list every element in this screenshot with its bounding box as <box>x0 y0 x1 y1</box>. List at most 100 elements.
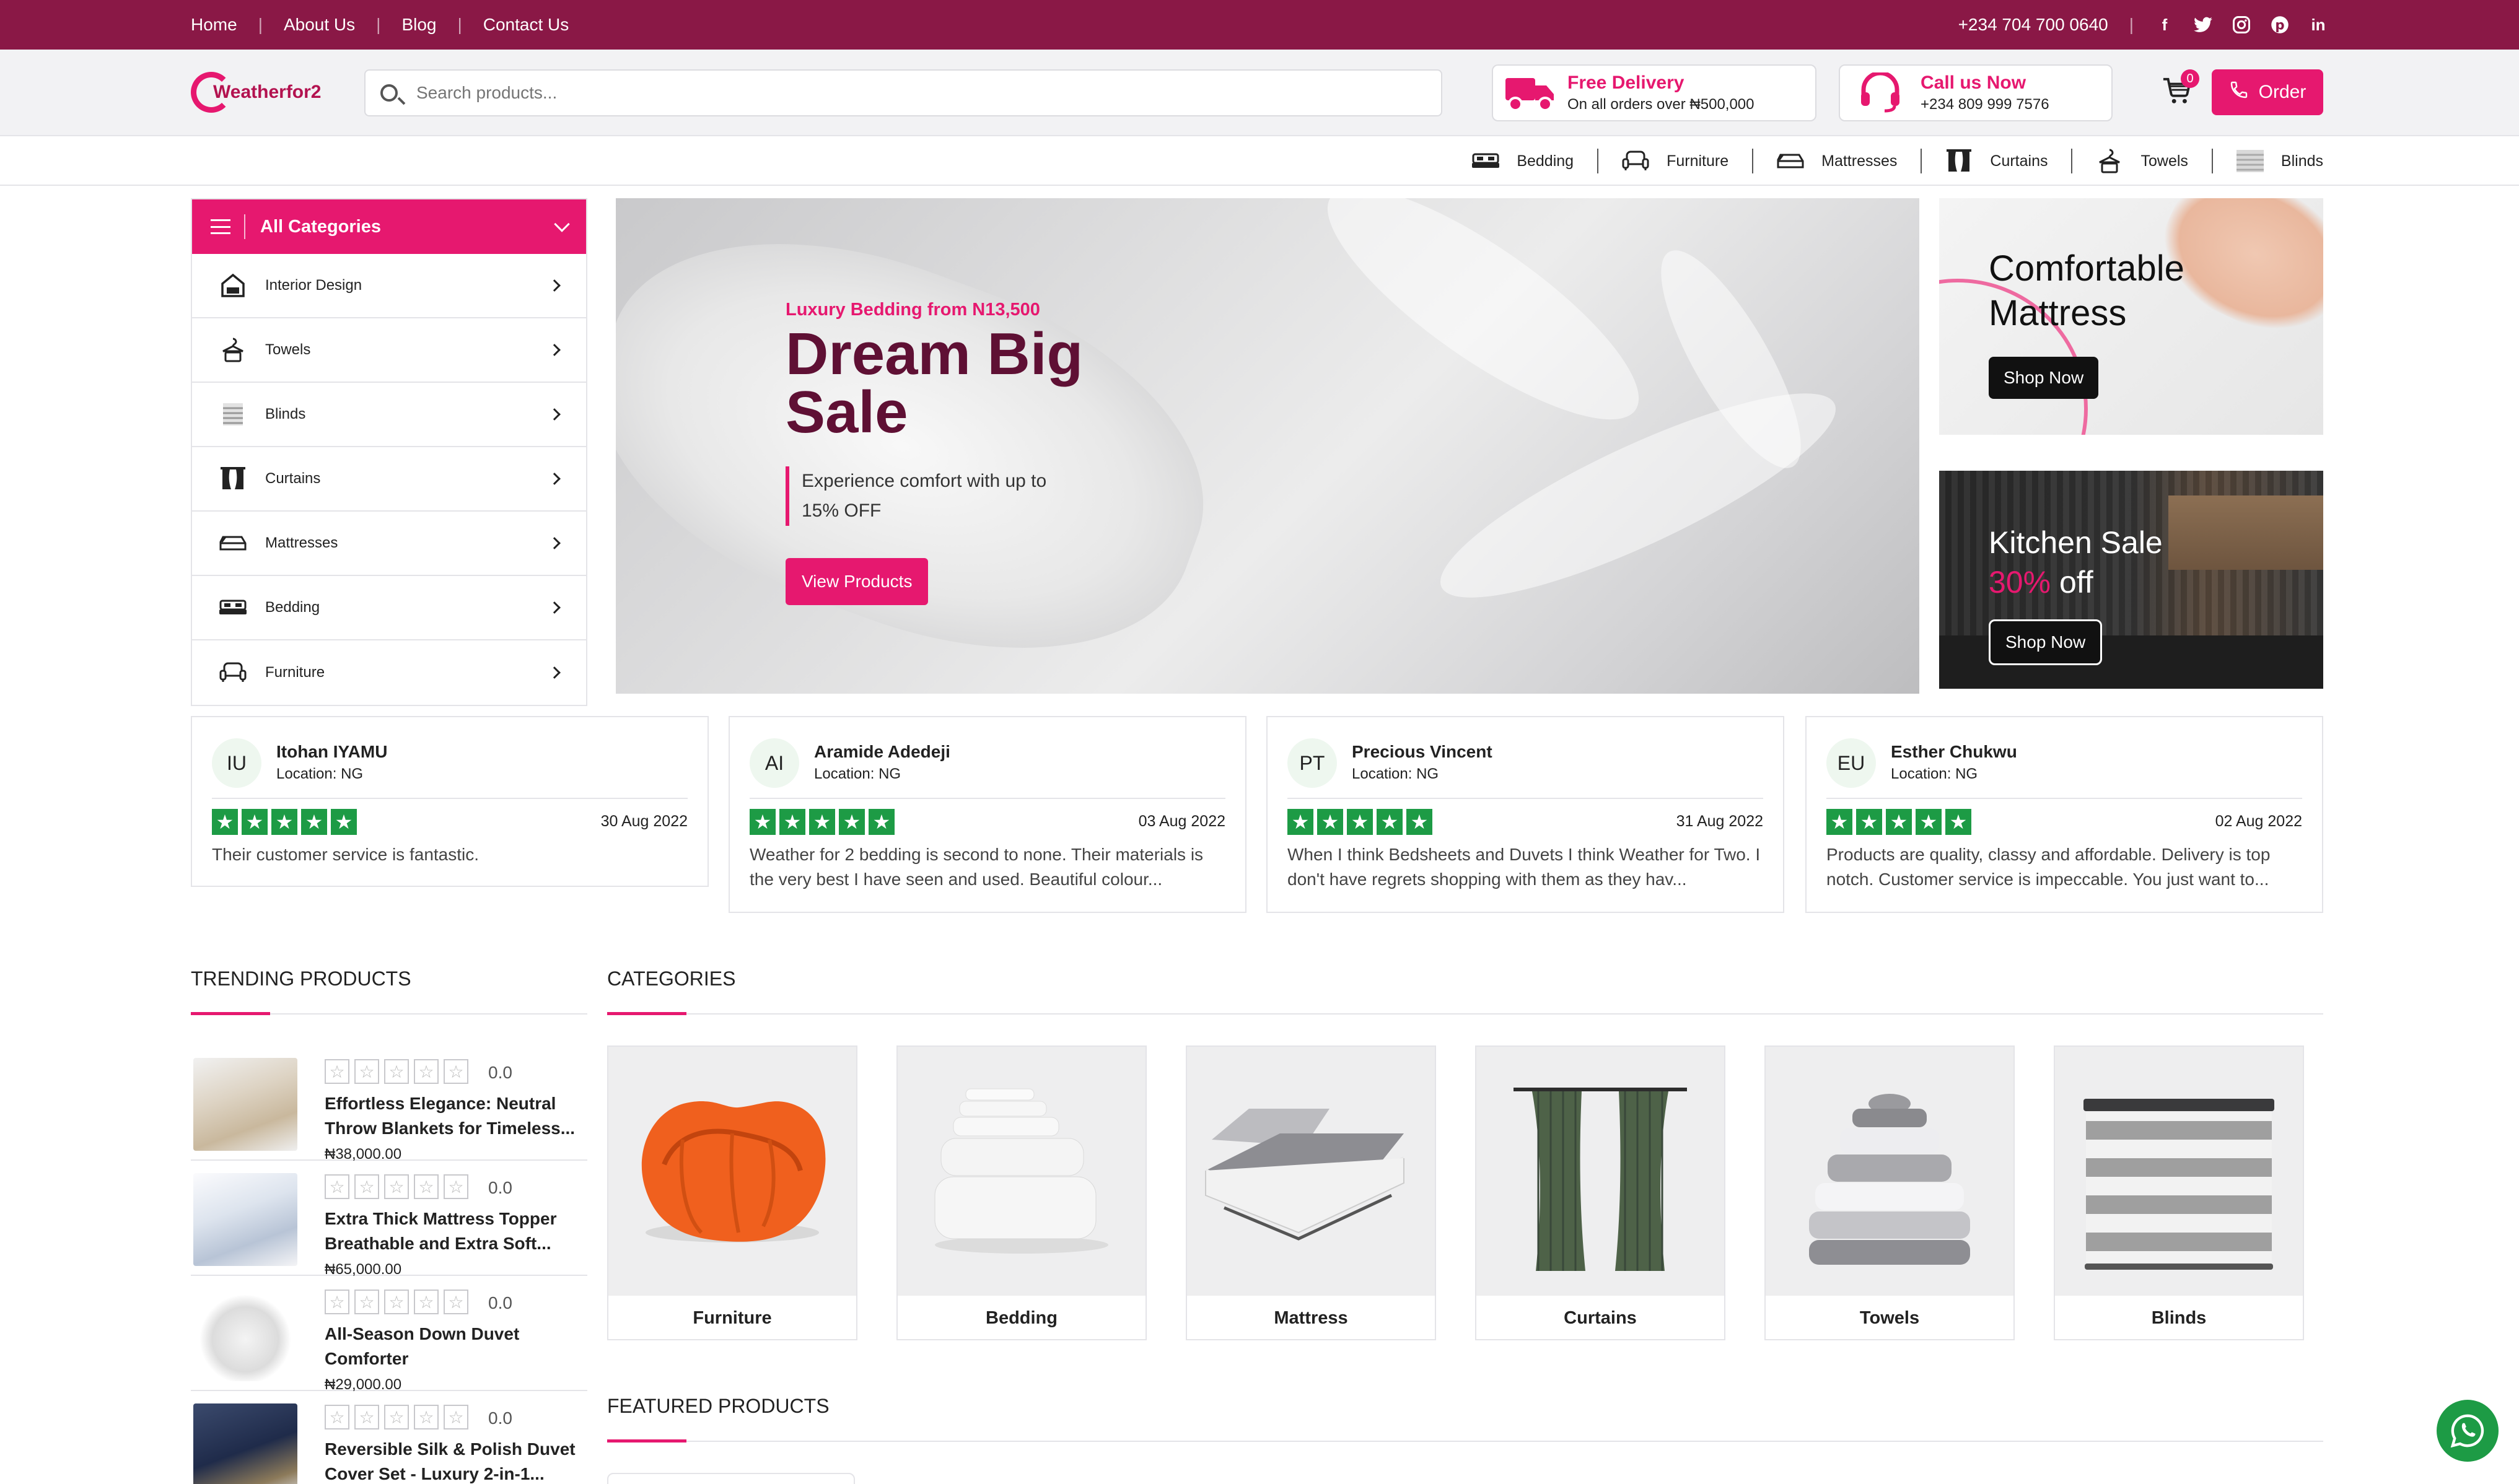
trending-item[interactable]: ☆ ☆ ☆ ☆ ☆ 0.0 All-Season Down Duvet Comforte… <box>191 1277 587 1393</box>
category-card-blinds[interactable]: Blinds <box>2054 1045 2304 1340</box>
catnav-mattresses[interactable]: Mattresses <box>1777 151 1897 172</box>
catnav-blinds[interactable]: Blinds <box>2236 150 2323 172</box>
nav-blog-link[interactable]: Blog <box>401 15 436 35</box>
pinterest-icon[interactable]: p <box>2270 15 2290 35</box>
catnav-label: Blinds <box>2280 152 2323 170</box>
product-name[interactable]: Extra Thick Mattress Topper Breathable a… <box>325 1207 585 1256</box>
catnav-curtains[interactable]: Curtains <box>1945 149 2048 172</box>
hero-desc-line1: Experience comfort with up to <box>802 471 1047 491</box>
search-bar <box>364 69 1442 116</box>
catnav-separator <box>2071 149 2073 173</box>
product-name[interactable]: Reversible Silk & Polish Duvet Cover Set… <box>325 1437 585 1484</box>
category-label: Bedding <box>986 1307 1058 1328</box>
catnav-bedding[interactable]: Bedding <box>1472 151 1574 172</box>
nav-about-link[interactable]: About Us <box>284 15 355 35</box>
nav-separator: | <box>258 15 263 34</box>
reviewer-name: Precious Vincent <box>1352 742 1492 761</box>
search-icon[interactable] <box>380 84 398 102</box>
star-rating: ★ ★ ★ ★ ★ <box>1826 809 1971 835</box>
category-nav-items: Bedding Furniture Mattresses Curtains To… <box>1472 136 2323 186</box>
phone-icon <box>2229 80 2249 105</box>
nav-separator: | <box>457 15 462 34</box>
trending-underline <box>191 1012 587 1015</box>
kitchen-cabinet-image <box>2168 495 2323 570</box>
view-products-button[interactable]: View Products <box>786 558 929 605</box>
linkedin-icon[interactable]: in <box>2308 15 2328 35</box>
curtains-image <box>1476 1047 1724 1296</box>
sidebar-item-towels[interactable]: Towels <box>192 318 586 383</box>
order-label: Order <box>2258 82 2307 102</box>
review-text: Weather for 2 bedding is second to none.… <box>750 845 1204 889</box>
category-card-towels[interactable]: Towels <box>1764 1045 2015 1340</box>
reviewer-location: Location: NG <box>1891 766 1978 782</box>
shop-now-button[interactable]: Shop Now <box>1989 357 2099 399</box>
delivery-title: Free Delivery <box>1567 72 1684 93</box>
sidebar-item-interior-design[interactable]: Interior Design <box>192 254 586 318</box>
review-card: AI Aramide Adedeji Location: NG ★ ★ ★ ★ ★ 03… <box>729 716 1246 913</box>
reviewer-location: Location: NG <box>1352 766 1439 782</box>
star-icon: ☆ <box>444 1290 468 1314</box>
nav-home-link[interactable]: Home <box>191 15 237 35</box>
catnav-furniture[interactable]: Furniture <box>1622 151 1728 172</box>
facebook-icon[interactable]: f <box>2155 15 2175 35</box>
category-label: Towels <box>1859 1307 1920 1328</box>
star-icon: ★ <box>869 809 895 835</box>
nav-contact-link[interactable]: Contact Us <box>483 15 569 35</box>
top-bar: Home | About Us | Blog | Contact Us +234… <box>0 0 2519 50</box>
logo[interactable]: Weatherfor2 <box>191 72 322 113</box>
all-categories-toggle[interactable]: All Categories <box>192 199 586 254</box>
trending-item[interactable]: ☆ ☆ ☆ ☆ ☆ 0.0 Reversible Silk & Polish Duvet… <box>191 1392 587 1484</box>
star-icon: ★ <box>1886 809 1912 835</box>
category-card-mattress[interactable]: Mattress <box>1186 1045 1436 1340</box>
duvet-image <box>193 1288 297 1381</box>
sidebar-item-furniture[interactable]: Furniture <box>192 640 586 705</box>
star-icon: ☆ <box>444 1059 468 1084</box>
star-icon: ★ <box>212 809 238 835</box>
call-us-card[interactable]: Call us Now +234 809 999 7576 <box>1839 64 2113 121</box>
category-card-bedding[interactable]: Bedding <box>896 1045 1147 1340</box>
category-card-furniture[interactable]: Furniture <box>607 1045 857 1340</box>
chevron-right-icon <box>548 666 561 679</box>
search-input[interactable] <box>416 83 1408 103</box>
review-date: 30 Aug 2022 <box>600 813 688 830</box>
mattress-promo[interactable]: Comfortable Mattress Shop Now <box>1939 198 2323 435</box>
whatsapp-button[interactable] <box>2437 1400 2499 1462</box>
sidebar-item-curtains[interactable]: Curtains <box>192 447 586 512</box>
mattress-promo-line2: Mattress <box>1989 293 2127 333</box>
sidebar-item-bedding[interactable]: Bedding <box>192 576 586 640</box>
star-icon: ★ <box>1347 809 1373 835</box>
chevron-right-icon <box>548 344 561 356</box>
review-date: 03 Aug 2022 <box>1138 813 1225 830</box>
mattress-icon <box>219 531 247 556</box>
category-card-curtains[interactable]: Curtains <box>1475 1045 1725 1340</box>
hero-text: Luxury Bedding from N13,500 Dream Big Sal… <box>786 300 1132 605</box>
curtain-icon <box>1945 149 1973 172</box>
logo-text: Weatherfor2 <box>213 82 322 102</box>
kitchen-promo-line1: Kitchen Sale <box>1989 525 2163 560</box>
product-name[interactable]: All-Season Down Duvet Comforter <box>325 1322 585 1371</box>
star-icon: ★ <box>242 809 268 835</box>
reviewer-location: Location: NG <box>814 766 901 782</box>
order-button[interactable]: Order <box>2212 69 2323 115</box>
shop-now-button[interactable]: Shop Now <box>1989 619 2103 665</box>
cart-icon[interactable]: 0 <box>2162 69 2199 105</box>
star-rating: ★ ★ ★ ★ ★ <box>212 809 357 835</box>
twitter-icon[interactable] <box>2193 15 2213 35</box>
trending-item[interactable]: ☆ ☆ ☆ ☆ ☆ 0.0 Effortless Elegance: Neutral T… <box>191 1047 587 1163</box>
featured-product-card[interactable] <box>607 1473 855 1484</box>
star-icon: ★ <box>1317 809 1343 835</box>
sidebar-item-mattresses[interactable]: Mattresses <box>192 512 586 576</box>
sidebar-item-blinds[interactable]: Blinds <box>192 383 586 447</box>
catnav-towels[interactable]: Towels <box>2096 149 2188 173</box>
review-card: PT Precious Vincent Location: NG ★ ★ ★ ★ ★ 3… <box>1266 716 1784 913</box>
star-rating: ☆ ☆ ☆ ☆ ☆ <box>325 1059 468 1084</box>
trending-item[interactable]: ☆ ☆ ☆ ☆ ☆ 0.0 Extra Thick Mattress Topper Br… <box>191 1162 587 1278</box>
review-card: EU Esther Chukwu Location: NG ★ ★ ★ ★ ★ 02 A… <box>1805 716 2323 913</box>
instagram-icon[interactable] <box>2232 15 2251 35</box>
review-divider <box>1287 798 1763 799</box>
kitchen-promo[interactable]: Kitchen Sale 30% off Shop Now <box>1939 471 2323 689</box>
star-icon: ★ <box>1916 809 1942 835</box>
product-name[interactable]: Effortless Elegance: Neutral Throw Blank… <box>325 1091 585 1141</box>
catnav-label: Towels <box>2140 152 2188 170</box>
star-icon: ★ <box>1945 809 1971 835</box>
